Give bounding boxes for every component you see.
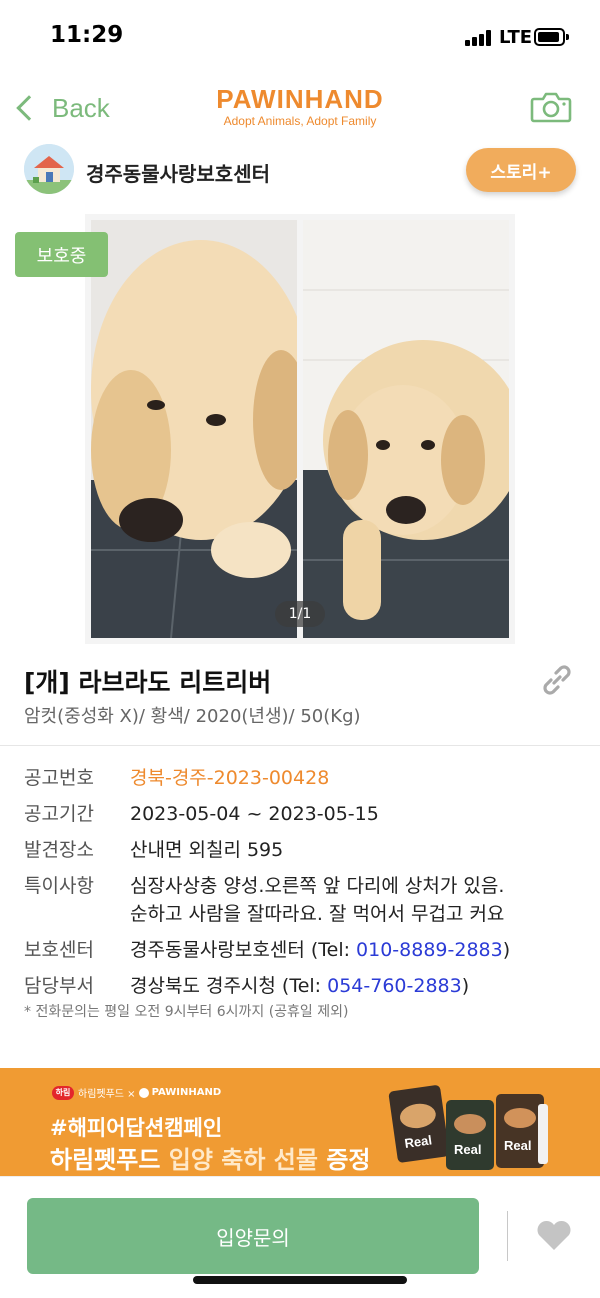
dept-value: 경상북도 경주시청 (Tel: 054-760-2883)	[130, 972, 469, 1000]
banner-line2-c: 증정	[317, 1146, 371, 1174]
link-icon[interactable]	[537, 660, 577, 700]
info-row-period: 공고기간 2023-05-04 ~ 2023-05-15	[24, 800, 584, 828]
photo-counter: 1/1	[275, 601, 325, 627]
banner-line2-b: 입양 축하 선물	[168, 1146, 318, 1174]
found-value: 산내면 외칠리 595	[130, 839, 284, 861]
dept-close: )	[461, 975, 470, 997]
special-value: 심장사상충 양성.오른쪽 앞 다리에 상처가 있음. 순하고 사람을 잘따라요.…	[130, 872, 504, 928]
camera-icon[interactable]	[530, 90, 572, 124]
center-phone-link[interactable]: 010-8889-2883	[356, 939, 503, 961]
dog-photo-right	[303, 220, 509, 638]
back-button[interactable]: Back	[12, 88, 110, 128]
shelter-name[interactable]: 경주동물사랑보호센터	[86, 158, 270, 187]
special-label: 특이사항	[24, 875, 94, 897]
battery-icon	[534, 28, 569, 46]
banner-partner: PAWINHAND	[151, 1087, 222, 1098]
harim-logo: 하림	[52, 1085, 74, 1100]
info-section: 공고번호 경북-경주-2023-00428 공고기간 2023-05-04 ~ …	[24, 764, 584, 1008]
dog-photo-left	[91, 220, 297, 638]
bottom-separator	[0, 1176, 600, 1177]
logo-subtitle: Adopt Animals, Adopt Family	[223, 114, 377, 128]
period-label: 공고기간	[24, 803, 94, 825]
found-label: 발견장소	[24, 839, 94, 861]
center-value: 경주동물사랑보호센터 (Tel: 010-8889-2883)	[130, 936, 510, 964]
banner-headline: 하림펫푸드 입양 축하 선물 증정	[50, 1140, 370, 1175]
signal-icon	[465, 30, 493, 46]
adopt-inquiry-button[interactable]: 입양문의	[27, 1198, 479, 1274]
dept-phone-link[interactable]: 054-760-2883	[327, 975, 462, 997]
special-line-2: 순하고 사람을 잘따라요. 잘 먹어서 무겁고 커요	[130, 903, 505, 925]
app-logo: PAWINHAND Adopt Animals, Adopt Family	[200, 84, 400, 128]
animal-subtitle: 암컷(중성화 X)/ 황색/ 2020(년생)/ 50(Kg)	[24, 706, 361, 727]
product-label-3: Real	[504, 1138, 531, 1153]
dept-name: 경상북도 경주시청 (Tel:	[130, 975, 328, 997]
status-bar: 11:29 LTE	[0, 0, 600, 74]
period-value: 2023-05-04 ~ 2023-05-15	[130, 803, 379, 825]
chevron-left-icon	[16, 95, 42, 121]
logo-title: PAWINHAND	[216, 84, 384, 114]
dept-label: 담당부서	[24, 975, 94, 997]
vertical-divider	[507, 1211, 508, 1261]
back-label: Back	[52, 92, 110, 123]
network-label: LTE	[499, 27, 533, 48]
center-close: )	[502, 939, 511, 961]
product-label-2: Real	[454, 1142, 481, 1157]
info-row-notice: 공고번호 경북-경주-2023-00428	[24, 764, 584, 792]
shelter-row: 경주동물사랑보호센터 스토리+	[0, 140, 600, 206]
promo-banner[interactable]: 하림 하림펫푸드 × PAWINHAND #해피어답션캠페인 하림펫푸드 입양 …	[0, 1068, 600, 1176]
center-label: 보호센터	[24, 939, 94, 961]
animal-title: [개] 라브라도 리트리버	[24, 668, 272, 697]
info-row-found: 발견장소 산내면 외칠리 595	[24, 836, 584, 864]
product-images: Real Real Real	[388, 1074, 558, 1174]
contact-note: * 전화문의는 평일 오전 9시부터 6시까지 (공휴일 제외)	[24, 1004, 349, 1020]
banner-brand-text: 하림펫푸드 ×	[78, 1089, 136, 1100]
paw-icon	[138, 1087, 149, 1098]
banner-line2-a: 하림펫푸드	[50, 1146, 169, 1174]
notice-number: 경북-경주-2023-00428	[130, 767, 330, 789]
special-line-1: 심장사상충 양성.오른쪽 앞 다리에 상처가 있음.	[130, 875, 505, 897]
house-icon	[24, 144, 74, 194]
heart-icon[interactable]	[534, 1214, 574, 1254]
banner-hashtag: #해피어답션캠페인	[50, 1116, 223, 1140]
story-button[interactable]: 스토리+	[466, 148, 576, 192]
divider	[0, 745, 600, 746]
info-row-special: 특이사항 심장사상충 양성.오른쪽 앞 다리에 상처가 있음. 순하고 사람을 …	[24, 872, 584, 928]
banner-brand: 하림 하림펫푸드 × PAWINHAND	[52, 1085, 221, 1100]
info-row-dept: 담당부서 경상북도 경주시청 (Tel: 054-760-2883)	[24, 972, 584, 1000]
info-row-center: 보호센터 경주동물사랑보호센터 (Tel: 010-8889-2883)	[24, 936, 584, 964]
animal-photo[interactable]	[85, 214, 515, 644]
status-time: 11:29	[50, 22, 124, 48]
status-badge: 보호중	[15, 232, 108, 277]
notice-label: 공고번호	[24, 767, 94, 789]
nav-bar: Back PAWINHAND Adopt Animals, Adopt Fami…	[0, 74, 600, 140]
shelter-avatar[interactable]	[24, 144, 74, 194]
home-indicator	[193, 1276, 407, 1284]
center-name: 경주동물사랑보호센터 (Tel:	[130, 939, 357, 961]
